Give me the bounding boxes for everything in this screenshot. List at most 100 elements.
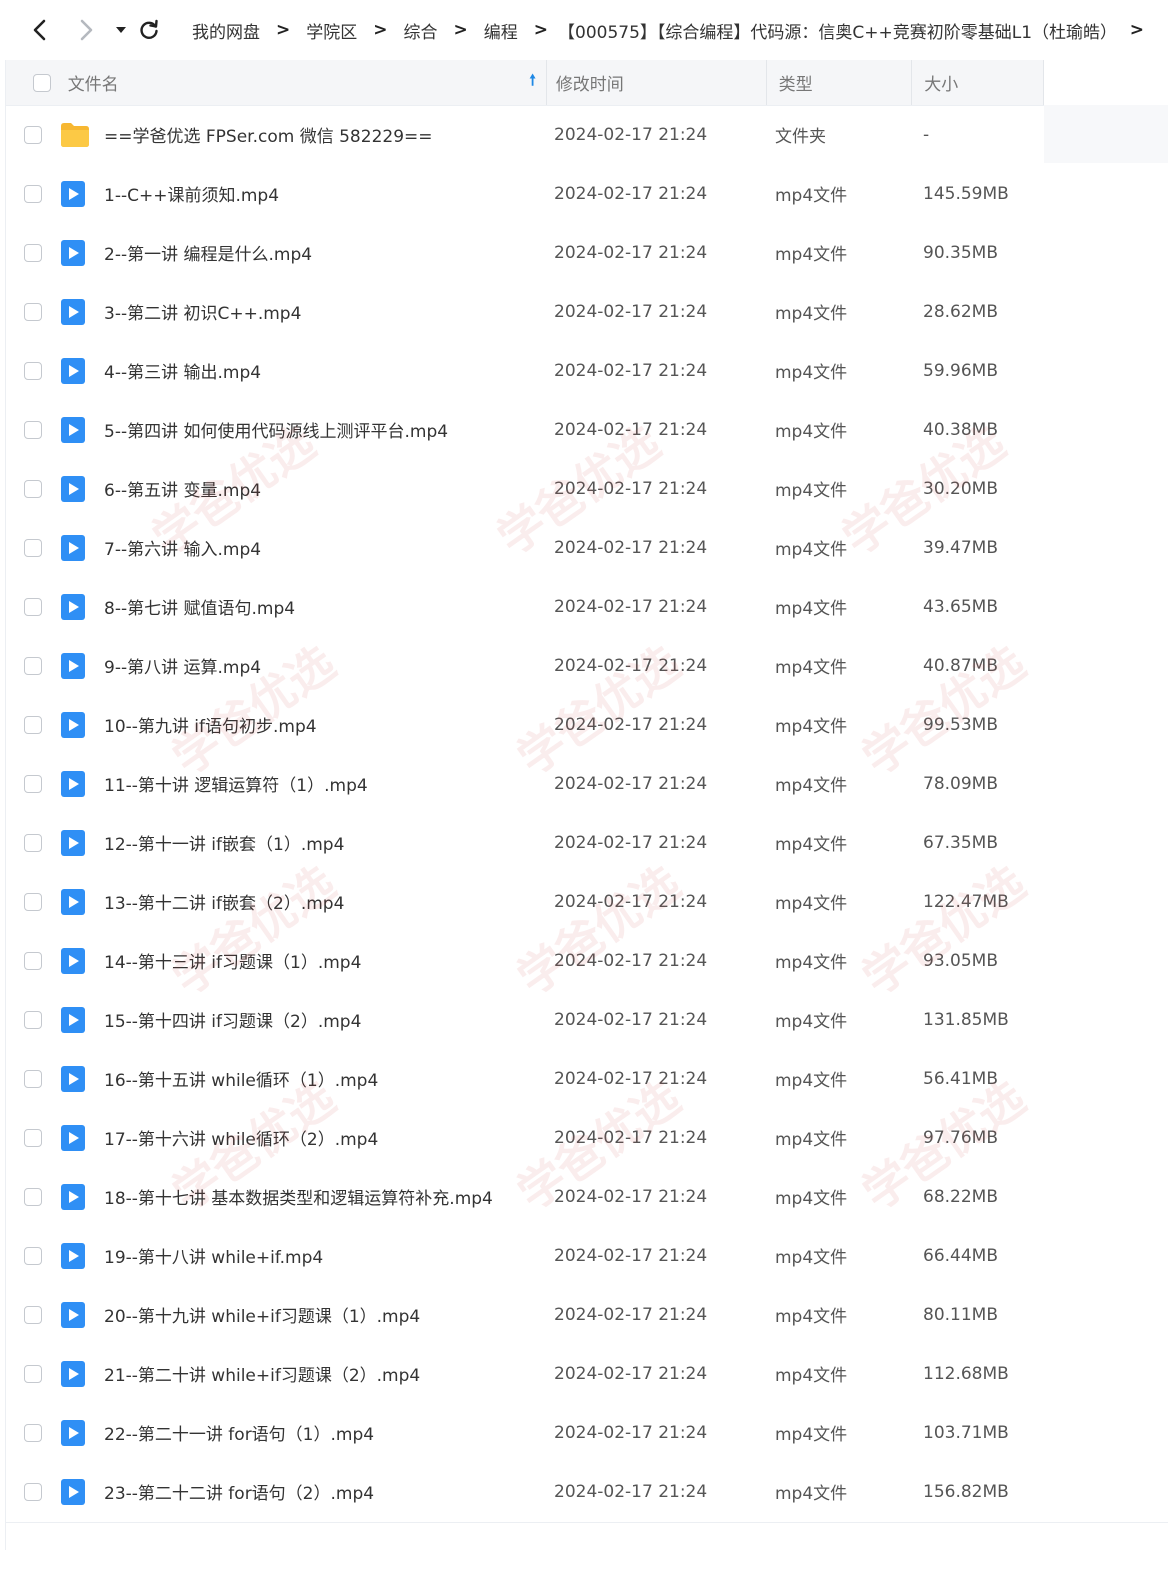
table-row[interactable]: 16--第十五讲 while循环（1）.mp4 2024-02-17 21:24 m… bbox=[6, 1049, 1168, 1108]
table-row[interactable]: 14--第十三讲 if习题课（1）.mp4 2024-02-17 21:24 mp4… bbox=[6, 931, 1168, 990]
file-name[interactable]: 11--第十讲 逻辑运算符（1）.mp4 bbox=[104, 771, 554, 796]
file-name[interactable]: 19--第十八讲 while+if.mp4 bbox=[104, 1243, 554, 1268]
row-checkbox[interactable] bbox=[24, 538, 42, 557]
row-checkbox[interactable] bbox=[24, 597, 42, 616]
file-name[interactable]: 7--第六讲 输入.mp4 bbox=[104, 535, 554, 560]
table-row[interactable]: 23--第二十二讲 for语句（2）.mp4 2024-02-17 21:24 mp… bbox=[6, 1462, 1168, 1521]
file-name[interactable]: ==学爸优选 FPSer.com 微信 582229== bbox=[104, 122, 554, 147]
table-row[interactable]: 8--第七讲 赋值语句.mp4 2024-02-17 21:24 mp4文件 43.6… bbox=[6, 577, 1168, 636]
row-checkbox[interactable] bbox=[24, 243, 42, 262]
row-checkbox[interactable] bbox=[24, 1187, 42, 1206]
file-size: 99.53MB bbox=[923, 714, 998, 735]
file-name[interactable]: 4--第三讲 输出.mp4 bbox=[104, 358, 554, 383]
file-name[interactable]: 10--第九讲 if语句初步.mp4 bbox=[104, 712, 554, 737]
row-checkbox[interactable] bbox=[24, 1482, 42, 1501]
back-button[interactable] bbox=[22, 12, 58, 48]
file-name[interactable]: 13--第十二讲 if嵌套（2）.mp4 bbox=[104, 889, 554, 914]
select-all-checkbox[interactable] bbox=[33, 73, 51, 92]
file-name[interactable]: 1--C++课前须知.mp4 bbox=[104, 181, 554, 206]
file-name[interactable]: 2--第一讲 编程是什么.mp4 bbox=[104, 240, 554, 265]
row-checkbox[interactable] bbox=[24, 1246, 42, 1265]
file-name[interactable]: 8--第七讲 赋值语句.mp4 bbox=[104, 594, 554, 619]
breadcrumb-item-general[interactable]: 综合 bbox=[404, 18, 438, 43]
table-row[interactable]: 4--第三讲 输出.mp4 2024-02-17 21:24 mp4文件 59.96M… bbox=[6, 341, 1168, 400]
breadcrumb-separator: > bbox=[373, 20, 388, 40]
table-row[interactable]: 5--第四讲 如何使用代码源线上测评平台.mp4 2024-02-17 21:24… bbox=[6, 400, 1168, 459]
table-row[interactable]: 1--C++课前须知.mp4 2024-02-17 21:24 mp4文件 145.5… bbox=[6, 164, 1168, 223]
file-name[interactable]: 20--第十九讲 while+if习题课（1）.mp4 bbox=[104, 1302, 554, 1327]
file-name[interactable]: 23--第二十二讲 for语句（2）.mp4 bbox=[104, 1479, 554, 1504]
table-row[interactable]: 10--第九讲 if语句初步.mp4 2024-02-17 21:24 mp4文件 9… bbox=[6, 695, 1168, 754]
row-checkbox[interactable] bbox=[24, 361, 42, 380]
table-row[interactable]: 12--第十一讲 if嵌套（1）.mp4 2024-02-17 21:24 mp4文… bbox=[6, 813, 1168, 872]
row-checkbox[interactable] bbox=[24, 420, 42, 439]
table-row[interactable]: 9--第八讲 运算.mp4 2024-02-17 21:24 mp4文件 40.87M… bbox=[6, 636, 1168, 695]
table-row[interactable]: 21--第二十讲 while+if习题课（2）.mp4 2024-02-17 21… bbox=[6, 1344, 1168, 1403]
column-header-modified[interactable]: 修改时间 bbox=[547, 60, 767, 105]
row-checkbox[interactable] bbox=[24, 774, 42, 793]
file-name[interactable]: 18--第十七讲 基本数据类型和逻辑运算符补充.mp4 bbox=[104, 1184, 554, 1209]
file-size: 145.59MB bbox=[923, 183, 1009, 204]
breadcrumb-more-button[interactable]: > bbox=[1130, 20, 1144, 40]
table-row[interactable]: 13--第十二讲 if嵌套（2）.mp4 2024-02-17 21:24 mp4文… bbox=[6, 872, 1168, 931]
row-checkbox[interactable] bbox=[24, 1069, 42, 1088]
table-row[interactable]: 6--第五讲 变量.mp4 2024-02-17 21:24 mp4文件 30.20M… bbox=[6, 459, 1168, 518]
row-checkbox[interactable] bbox=[24, 833, 42, 852]
table-row[interactable]: ==学爸优选 FPSer.com 微信 582229== 2024-02-17 2… bbox=[6, 105, 1168, 164]
file-size: 40.87MB bbox=[923, 655, 998, 676]
table-row[interactable]: 3--第二讲 初识C++.mp4 2024-02-17 21:24 mp4文件 28.… bbox=[6, 282, 1168, 341]
video-icon bbox=[60, 770, 104, 798]
breadcrumb: 我的网盘 > 学院区 > 综合 > 编程 > 【000575】【综合编程】代码源… bbox=[192, 18, 1118, 43]
row-checkbox[interactable] bbox=[24, 715, 42, 734]
file-type: mp4文件 bbox=[775, 186, 848, 206]
forward-button[interactable] bbox=[68, 12, 104, 48]
table-row[interactable]: 7--第六讲 输入.mp4 2024-02-17 21:24 mp4文件 39.47M… bbox=[6, 518, 1168, 577]
row-checkbox[interactable] bbox=[24, 1305, 42, 1324]
row-checkbox[interactable] bbox=[24, 892, 42, 911]
file-name[interactable]: 3--第二讲 初识C++.mp4 bbox=[104, 299, 554, 324]
row-checkbox[interactable] bbox=[24, 1010, 42, 1029]
column-header-name[interactable]: 文件名 🠕 bbox=[64, 60, 547, 105]
row-select-cell bbox=[6, 302, 60, 321]
table-row[interactable]: 2--第一讲 编程是什么.mp4 2024-02-17 21:24 mp4文件 90.… bbox=[6, 223, 1168, 282]
row-checkbox[interactable] bbox=[24, 1364, 42, 1383]
row-checkbox[interactable] bbox=[24, 479, 42, 498]
breadcrumb-item-current-folder[interactable]: 【000575】【综合编程】代码源：信奥C++竞赛初阶零基础L1（杜瑜皓） bbox=[558, 18, 1117, 43]
breadcrumb-item-academy[interactable]: 学院区 bbox=[306, 18, 357, 43]
table-row[interactable]: 19--第十八讲 while+if.mp4 2024-02-17 21:24 mp4… bbox=[6, 1226, 1168, 1285]
table-row[interactable]: 20--第十九讲 while+if习题课（1）.mp4 2024-02-17 21… bbox=[6, 1285, 1168, 1344]
file-name[interactable]: 21--第二十讲 while+if习题课（2）.mp4 bbox=[104, 1361, 554, 1386]
history-dropdown-button[interactable] bbox=[108, 12, 134, 48]
file-size: 68.22MB bbox=[923, 1186, 998, 1207]
column-header-size[interactable]: 大小 bbox=[912, 60, 1045, 105]
row-checkbox[interactable] bbox=[24, 656, 42, 675]
video-icon bbox=[60, 711, 104, 739]
file-name[interactable]: 17--第十六讲 while循环（2）.mp4 bbox=[104, 1125, 554, 1150]
file-size: 131.85MB bbox=[923, 1009, 1009, 1030]
table-row[interactable]: 15--第十四讲 if习题课（2）.mp4 2024-02-17 21:24 mp4… bbox=[6, 990, 1168, 1049]
column-header-type[interactable]: 类型 bbox=[767, 60, 913, 105]
file-name[interactable]: 22--第二十一讲 for语句（1）.mp4 bbox=[104, 1420, 554, 1445]
row-checkbox[interactable] bbox=[24, 1423, 42, 1442]
table-row[interactable]: 22--第二十一讲 for语句（1）.mp4 2024-02-17 21:24 mp… bbox=[6, 1403, 1168, 1462]
file-name[interactable]: 9--第八讲 运算.mp4 bbox=[104, 653, 554, 678]
row-select-cell bbox=[6, 715, 60, 734]
row-checkbox[interactable] bbox=[24, 951, 42, 970]
refresh-button[interactable] bbox=[134, 12, 164, 48]
file-name[interactable]: 6--第五讲 变量.mp4 bbox=[104, 476, 554, 501]
breadcrumb-item-my-drive[interactable]: 我的网盘 bbox=[192, 18, 260, 43]
file-type: 文件夹 bbox=[775, 127, 826, 147]
table-row[interactable]: 17--第十六讲 while循环（2）.mp4 2024-02-17 21:24 m… bbox=[6, 1108, 1168, 1167]
breadcrumb-item-programming[interactable]: 编程 bbox=[484, 18, 518, 43]
file-name[interactable]: 5--第四讲 如何使用代码源线上测评平台.mp4 bbox=[104, 417, 554, 442]
row-checkbox[interactable] bbox=[24, 184, 42, 203]
row-checkbox[interactable] bbox=[24, 1128, 42, 1147]
file-name[interactable]: 14--第十三讲 if习题课（1）.mp4 bbox=[104, 948, 554, 973]
file-name[interactable]: 15--第十四讲 if习题课（2）.mp4 bbox=[104, 1007, 554, 1032]
file-name[interactable]: 12--第十一讲 if嵌套（1）.mp4 bbox=[104, 830, 554, 855]
table-row[interactable]: 18--第十七讲 基本数据类型和逻辑运算符补充.mp4 2024-02-17 21… bbox=[6, 1167, 1168, 1226]
row-checkbox[interactable] bbox=[24, 125, 42, 144]
row-checkbox[interactable] bbox=[24, 302, 42, 321]
table-row[interactable]: 11--第十讲 逻辑运算符（1）.mp4 2024-02-17 21:24 mp4文… bbox=[6, 754, 1168, 813]
file-name[interactable]: 16--第十五讲 while循环（1）.mp4 bbox=[104, 1066, 554, 1091]
